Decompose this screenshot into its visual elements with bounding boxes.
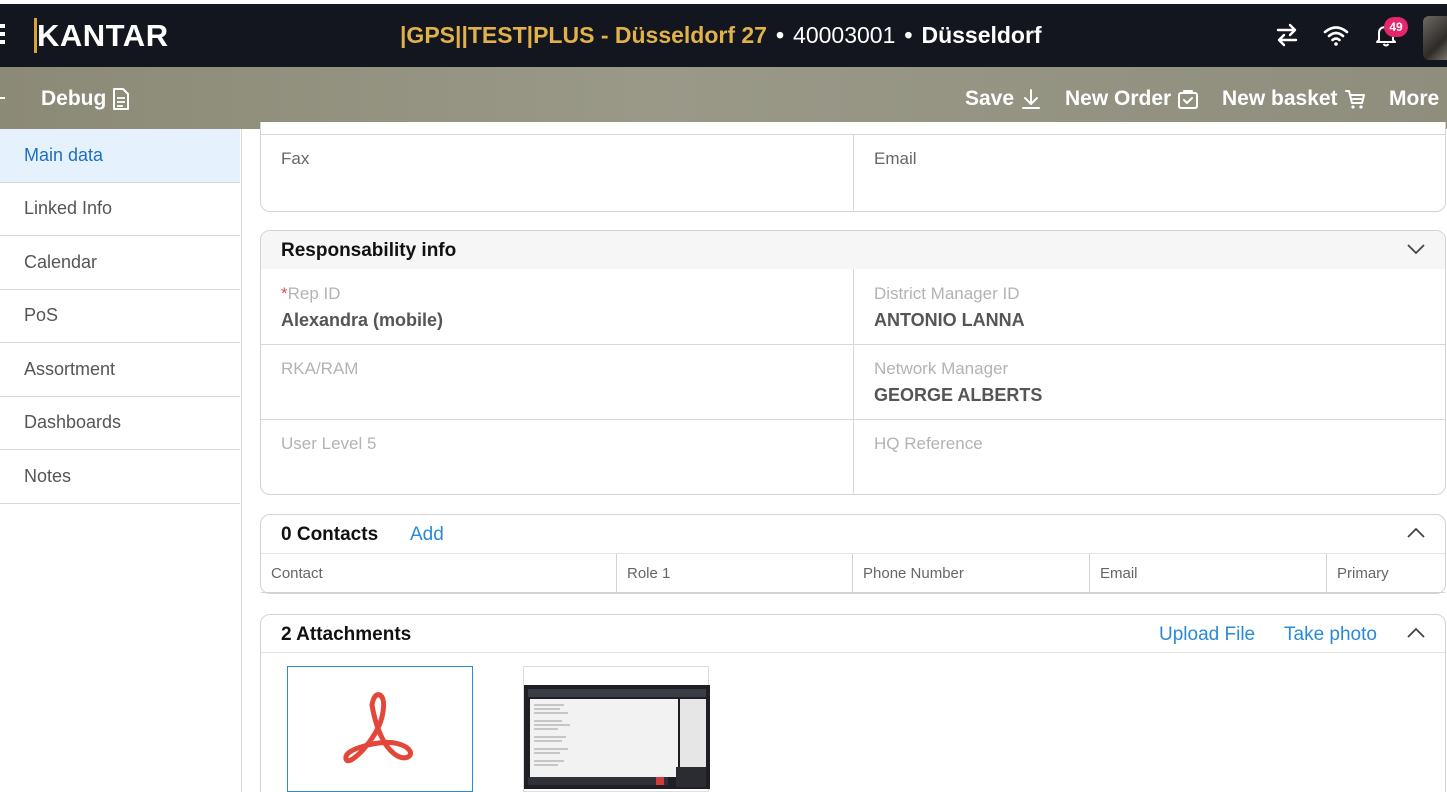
toolbar: Debug Save New Order New basket More — [0, 67, 1447, 129]
rep-id-field[interactable]: *Rep ID Alexandra (mobile) — [261, 269, 853, 344]
sidebar-item-label: Dashboards — [24, 412, 122, 433]
email-label: Email — [874, 149, 917, 168]
column-header-email[interactable]: Email — [1090, 554, 1327, 592]
avatar[interactable] — [1423, 16, 1447, 60]
fax-field[interactable]: Fax — [261, 134, 853, 209]
sidebar-item-notes[interactable]: Notes — [0, 450, 240, 504]
menu-icon[interactable] — [0, 24, 5, 46]
new-order-button[interactable]: New Order — [1065, 87, 1199, 111]
kantar-logo: KANTAR — [34, 18, 169, 54]
chevron-down-icon[interactable] — [1407, 243, 1425, 255]
attachments-card: 2 Attachments Upload File Take photo — [260, 614, 1446, 792]
field-label: User Level 5 — [281, 434, 377, 453]
more-button[interactable]: More — [1389, 87, 1439, 111]
back-icon[interactable] — [0, 97, 5, 99]
store-city: Düsseldorf — [921, 22, 1042, 48]
separator-dot: • — [775, 22, 785, 48]
sidebar-item-calendar[interactable]: Calendar — [0, 236, 240, 290]
sidebar-item-label: Main data — [24, 144, 104, 165]
column-header-primary[interactable]: Primary — [1327, 554, 1445, 592]
download-icon — [1022, 89, 1041, 109]
pdf-icon — [343, 692, 414, 764]
sidebar-item-dashboards[interactable]: Dashboards — [0, 397, 240, 450]
card-header[interactable]: 0 Contacts Add — [261, 515, 1445, 553]
cart-icon — [1344, 90, 1365, 109]
store-name: |GPS||TEST|PLUS - Düsseldorf 27 — [400, 22, 767, 48]
sidebar-item-label: Linked Info — [24, 198, 113, 219]
rka-ram-field[interactable]: RKA/RAM — [261, 344, 853, 419]
sidebar: Main data Linked Info Calendar PoS Assor… — [0, 129, 242, 792]
sidebar-item-label: Assortment — [24, 358, 116, 379]
responsibility-card: Responsability info *Rep ID Alexandra (m… — [260, 230, 1446, 495]
sidebar-item-assortment[interactable]: Assortment — [0, 343, 240, 397]
field-label: RKA/RAM — [281, 359, 359, 378]
more-label: More — [1389, 87, 1440, 110]
notification-badge: 49 — [1384, 17, 1408, 37]
district-manager-field[interactable]: District Manager ID ANTONIO LANNA — [854, 269, 1446, 344]
sidebar-item-main-data[interactable]: Main data — [0, 129, 240, 183]
screenshot-thumbnail — [524, 685, 710, 789]
new-basket-button[interactable]: New basket — [1222, 87, 1366, 111]
sidebar-item-linked-info[interactable]: Linked Info — [0, 183, 240, 236]
card-title: Responsability info — [281, 240, 457, 261]
attachment-pdf[interactable] — [287, 666, 473, 792]
field-label: HQ Reference — [874, 434, 983, 453]
card-header[interactable]: Responsability info — [261, 231, 1445, 269]
hq-reference-field[interactable]: HQ Reference — [854, 419, 1446, 494]
store-title: |GPS||TEST|PLUS - Düsseldorf 27 • 40003001… — [400, 22, 1042, 49]
fax-label: Fax — [281, 149, 310, 168]
contact-info-card: Fax Email — [260, 122, 1446, 212]
save-button[interactable]: Save — [965, 87, 1042, 111]
field-value: GEORGE ALBERTS — [874, 385, 1043, 405]
new-order-label: New Order — [1065, 87, 1172, 110]
sidebar-item-label: Notes — [24, 465, 72, 486]
upload-file-link[interactable]: Upload File — [1159, 624, 1255, 646]
field-label: District Manager ID — [874, 284, 1020, 303]
sidebar-item-label: Calendar — [24, 251, 98, 272]
field-label: *Rep ID — [281, 284, 341, 304]
network-manager-field[interactable]: Network Manager GEORGE ALBERTS — [854, 344, 1446, 419]
divider — [853, 269, 854, 494]
debug-button[interactable]: Debug — [41, 87, 130, 111]
email-field[interactable]: Email — [854, 134, 1446, 209]
card-title: 2 Attachments — [281, 624, 412, 645]
order-bag-icon — [1178, 90, 1199, 109]
store-code: 40003001 — [793, 22, 896, 48]
contacts-table-header: Contact Role 1 Phone Number Email Primar… — [261, 553, 1445, 593]
add-contact-link[interactable]: Add — [410, 524, 444, 546]
column-header-contact[interactable]: Contact — [261, 554, 617, 592]
field-value: Alexandra (mobile) — [281, 310, 444, 330]
separator-dot: • — [904, 22, 913, 48]
chevron-up-icon[interactable] — [1407, 527, 1425, 539]
chevron-up-icon[interactable] — [1407, 627, 1425, 639]
column-header-phone[interactable]: Phone Number — [853, 554, 1090, 592]
user-level-5-field[interactable]: User Level 5 — [261, 419, 853, 494]
wifi-icon[interactable] — [1323, 22, 1349, 48]
field-value: ANTONIO LANNA — [874, 310, 1025, 330]
required-marker: * — [281, 284, 288, 303]
take-photo-link[interactable]: Take photo — [1284, 624, 1377, 646]
save-label: Save — [965, 87, 1015, 110]
swap-icon[interactable] — [1274, 22, 1300, 48]
debug-label: Debug — [41, 87, 107, 110]
column-header-role[interactable]: Role 1 — [617, 554, 853, 592]
app-header: KANTAR |GPS||TEST|PLUS - Düsseldorf 27 • 4… — [0, 4, 1447, 67]
sidebar-item-label: PoS — [24, 305, 59, 326]
card-header[interactable]: 2 Attachments Upload File Take photo — [261, 615, 1445, 653]
field-label: Network Manager — [874, 359, 1009, 378]
rep-id-label: Rep ID — [287, 284, 341, 303]
sidebar-item-pos[interactable]: PoS — [0, 290, 240, 343]
document-icon — [113, 88, 130, 110]
card-title: 0 Contacts — [281, 524, 379, 545]
attachment-screenshot[interactable] — [523, 666, 710, 792]
contacts-card: 0 Contacts Add Contact Role 1 Phone Numb… — [260, 514, 1446, 594]
new-basket-label: New basket — [1222, 87, 1338, 110]
